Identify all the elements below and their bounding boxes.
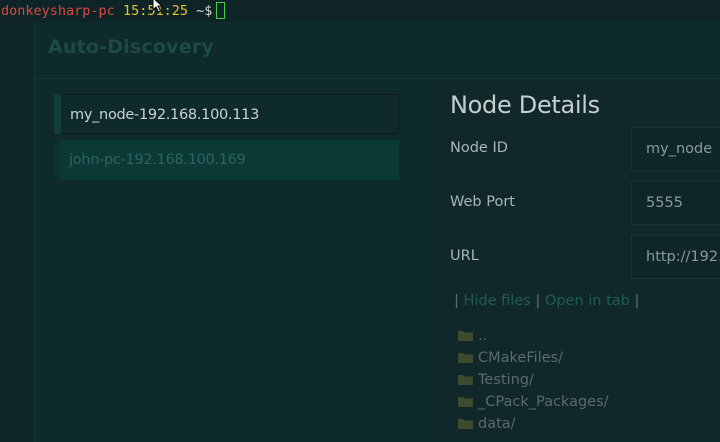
separator: | <box>634 293 640 309</box>
folder-icon <box>458 375 473 385</box>
file-name: _CPack_Packages/ <box>478 394 609 410</box>
file-item-parent[interactable]: .. <box>458 325 609 347</box>
node-list-item-my-node[interactable]: my_node-192.168.100.113 <box>54 94 399 134</box>
node-id-field[interactable]: my_node <box>631 127 720 171</box>
node-id-label: Node ID <box>450 140 508 156</box>
separator: | <box>454 293 459 309</box>
file-name: Testing/ <box>478 372 534 388</box>
web-port-field[interactable]: 5555 <box>631 181 720 225</box>
folder-icon <box>458 419 473 429</box>
file-name: .. <box>478 328 488 344</box>
file-item-data[interactable]: data/ <box>458 413 609 435</box>
url-label: URL <box>450 248 479 264</box>
file-item-testing[interactable]: Testing/ <box>458 369 609 391</box>
terminal-cursor[interactable] <box>216 2 226 19</box>
folder-icon <box>458 397 473 407</box>
open-in-tab-link[interactable]: Open in tab <box>545 293 630 309</box>
file-item-cmakefiles[interactable]: CMakeFiles/ <box>458 347 609 369</box>
terminal-prompt: ~$ <box>196 3 213 19</box>
terminal-prompt-bar: donkeysharp-pc 15:51:25 ~$ <box>0 0 720 22</box>
header-divider <box>34 78 720 79</box>
url-field[interactable]: http://192. <box>631 235 720 279</box>
node-list-item-john-pc[interactable]: john-pc-192.168.100.169 <box>54 140 399 180</box>
folder-icon <box>458 331 473 341</box>
file-name: CMakeFiles/ <box>478 350 564 366</box>
mouse-pointer-icon <box>152 0 164 13</box>
node-label: john-pc-192.168.100.169 <box>69 152 246 168</box>
file-list: .. CMakeFiles/ Testing/ _CPack_Packages/… <box>458 325 609 435</box>
terminal-host: donkeysharp-pc <box>1 3 115 19</box>
node-label: my_node-192.168.100.113 <box>70 107 260 123</box>
file-name: data/ <box>478 416 516 432</box>
web-port-label: Web Port <box>450 194 515 210</box>
details-title: Node Details <box>450 91 600 119</box>
hide-files-link[interactable]: Hide files <box>464 293 531 309</box>
separator: | <box>535 293 541 309</box>
file-actions: | Hide files | Open in tab | <box>454 293 639 309</box>
folder-icon <box>458 353 473 363</box>
file-item-cpack-packages[interactable]: _CPack_Packages/ <box>458 391 609 413</box>
page-title: Auto-Discovery <box>48 36 214 58</box>
node-list: my_node-192.168.100.113 john-pc-192.168.… <box>54 94 399 186</box>
